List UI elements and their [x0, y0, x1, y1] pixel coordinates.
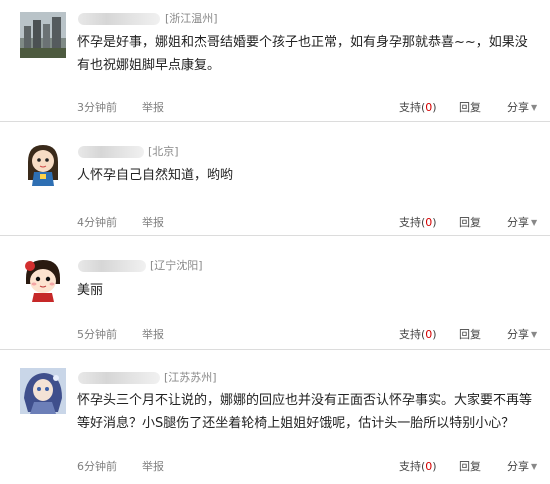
- comment-text: 美丽: [77, 283, 104, 298]
- support-button[interactable]: 支持(0): [399, 216, 437, 230]
- username-redacted: [78, 260, 146, 272]
- comment-time: 6分钟前: [77, 460, 117, 473]
- support-close-paren: ): [432, 460, 437, 473]
- comment-time: 3分钟前: [77, 101, 117, 114]
- comment-list: [浙江温州] 怀孕是好事，娜姐和杰哥结婚要个孩子也正常，如有身孕那就恭喜~~，如…: [0, 0, 550, 483]
- username-redacted: [78, 372, 160, 384]
- comment-text: 怀孕头三个月不让说的，娜娜的回应也并没有正面否认怀孕事实。大家要不再等等好消息？…: [77, 393, 533, 431]
- support-close-paren: ): [432, 216, 437, 229]
- share-button[interactable]: 分享 ▼: [507, 216, 537, 230]
- chevron-down-icon: ▼: [531, 330, 538, 339]
- support-label: 支持: [399, 460, 421, 473]
- share-label: 分享: [507, 328, 529, 341]
- support-button[interactable]: 支持(0): [399, 328, 437, 342]
- support-label: 支持: [399, 101, 421, 114]
- support-button[interactable]: 支持(0): [399, 101, 437, 115]
- user-location: [浙江温州]: [165, 12, 218, 25]
- share-button[interactable]: 分享 ▼: [507, 460, 537, 474]
- reply-button[interactable]: 回复: [459, 101, 481, 115]
- anime-character-avatar[interactable]: [20, 368, 66, 414]
- comment-item: [北京] 人怀孕自己自然知道，哟哟 4分钟前 举报 支持(0) 回复 分享 ▼: [0, 121, 550, 236]
- share-label: 分享: [507, 101, 529, 114]
- cartoon-girl-avatar[interactable]: [20, 140, 66, 186]
- comment-time: 5分钟前: [77, 328, 117, 341]
- comment-text: 人怀孕自己自然知道，哟哟: [77, 168, 234, 183]
- comment-time: 4分钟前: [77, 216, 117, 229]
- city-skyline-avatar[interactable]: [20, 12, 66, 58]
- share-label: 分享: [507, 460, 529, 473]
- share-button[interactable]: 分享 ▼: [507, 101, 537, 115]
- user-location: [北京]: [148, 145, 179, 158]
- support-close-paren: ): [432, 328, 437, 341]
- support-label: 支持: [399, 216, 421, 229]
- comment-item: [浙江温州] 怀孕是好事，娜姐和杰哥结婚要个孩子也正常，如有身孕那就恭喜~~，如…: [0, 0, 550, 121]
- report-link[interactable]: 举报: [142, 101, 164, 115]
- user-location: [辽宁沈阳]: [150, 259, 203, 272]
- comment-text: 怀孕是好事，娜姐和杰哥结婚要个孩子也正常，如有身孕那就恭喜~~，如果没有也祝娜姐…: [77, 35, 528, 73]
- reply-button[interactable]: 回复: [459, 460, 481, 474]
- chevron-down-icon: ▼: [531, 103, 538, 112]
- report-link[interactable]: 举报: [142, 460, 164, 474]
- comment-item: [江苏苏州] 怀孕头三个月不让说的，娜娜的回应也并没有正面否认怀孕事实。大家要不…: [0, 349, 550, 484]
- share-label: 分享: [507, 216, 529, 229]
- cartoon-face-avatar[interactable]: [20, 256, 66, 302]
- user-location: [江苏苏州]: [164, 371, 217, 384]
- chevron-down-icon: ▼: [531, 218, 538, 227]
- support-close-paren: ): [432, 101, 437, 114]
- reply-button[interactable]: 回复: [459, 328, 481, 342]
- comment-item: [辽宁沈阳] 美丽 5分钟前 举报 支持(0) 回复 分享 ▼: [0, 235, 550, 350]
- reply-button[interactable]: 回复: [459, 216, 481, 230]
- report-link[interactable]: 举报: [142, 328, 164, 342]
- username-redacted: [78, 146, 144, 158]
- share-button[interactable]: 分享 ▼: [507, 328, 537, 342]
- chevron-down-icon: ▼: [531, 462, 538, 471]
- support-label: 支持: [399, 328, 421, 341]
- username-redacted: [78, 13, 160, 25]
- report-link[interactable]: 举报: [142, 216, 164, 230]
- support-button[interactable]: 支持(0): [399, 460, 437, 474]
